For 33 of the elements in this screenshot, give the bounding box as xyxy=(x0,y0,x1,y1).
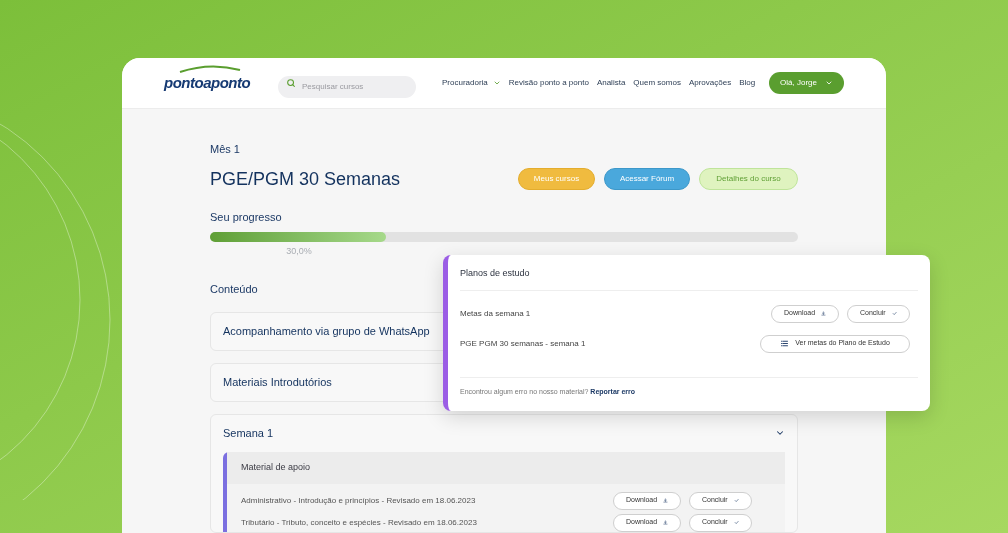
check-icon xyxy=(891,309,897,318)
material-title: Tributário - Tributo, conceito e espécies - Revisado em 18.06.2023 xyxy=(241,516,477,529)
check-icon xyxy=(733,518,739,527)
progress-reading: 30,0% xyxy=(286,245,312,258)
section-title[interactable]: Materiais Introdutórios xyxy=(223,373,332,391)
nav-link[interactable]: Revisão ponto a ponto xyxy=(508,77,589,89)
chevron-down-icon xyxy=(492,79,501,87)
plan-item-title: PGE PGM 30 semanas - semana 1 xyxy=(460,337,586,350)
list-icon xyxy=(780,339,790,348)
section-title[interactable]: Semana 1 xyxy=(223,424,274,442)
group-title: Material de apoio xyxy=(227,451,785,484)
content-heading: Conteúdo xyxy=(210,282,259,297)
course-title: PGE/PGM 30 Semanas xyxy=(210,167,401,191)
check-icon xyxy=(733,496,739,505)
download-icon xyxy=(821,309,826,318)
logo-text: pontoaponto xyxy=(164,74,251,91)
section-title[interactable]: Acompanhamento via grupo de WhatsApp xyxy=(223,322,430,340)
chevron-down-icon xyxy=(824,79,833,87)
download-icon xyxy=(663,518,668,527)
nav-link[interactable]: Blog xyxy=(739,77,756,89)
chevron-down-icon xyxy=(775,428,785,438)
progress-label: Seu progresso xyxy=(210,209,283,225)
logo-swoosh-icon xyxy=(178,65,242,73)
nav-link[interactable]: Aprovações xyxy=(688,77,732,89)
plan-item-title: Metas da semana 1 xyxy=(460,307,531,320)
month-label: Mês 1 xyxy=(210,142,241,157)
panel-title: Planos de estudo xyxy=(460,267,918,291)
material-title: Administrativo - Introdução e princípios - Revisado em 18.06.2023 xyxy=(241,494,476,507)
nav-link[interactable]: Quem somos xyxy=(633,77,681,89)
download-icon xyxy=(663,496,668,505)
nav-link[interactable]: Procuradoria xyxy=(442,77,501,89)
nav-link[interactable]: Analista xyxy=(596,77,626,89)
search-field[interactable]: Pesquisar cursos xyxy=(278,75,416,98)
